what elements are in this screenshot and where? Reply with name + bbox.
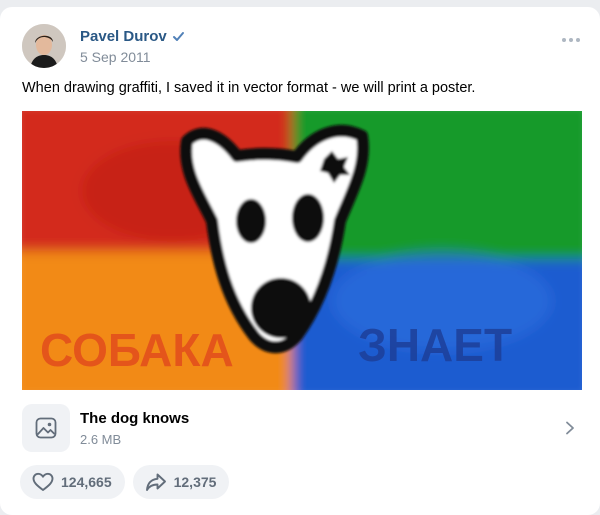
attachment-info: The dog knows 2.6 MB	[80, 410, 564, 447]
avatar[interactable]	[22, 24, 66, 68]
author-name-text[interactable]: Pavel Durov	[80, 28, 167, 45]
attachment-title: The dog knows	[80, 409, 190, 427]
avatar-image	[22, 24, 66, 68]
like-count: 124,665	[61, 474, 112, 490]
photo-word-znaet: ЗНАЕТ	[358, 319, 512, 371]
chevron-right-icon[interactable]	[564, 421, 576, 435]
heart-icon	[32, 472, 54, 491]
dog-graffiti-image: СОБАКА ЗНАЕТ	[22, 111, 582, 390]
post-text: When drawing graffiti, I saved it in vec…	[22, 80, 476, 96]
post-photo[interactable]: СОБАКА ЗНАЕТ	[22, 111, 582, 390]
attachment-document[interactable]: The dog knows 2.6 MB	[22, 403, 582, 453]
photo-word-sobaka: СОБАКА	[40, 324, 234, 376]
author-name[interactable]: Pavel Durov	[80, 28, 185, 45]
post-card: Pavel Durov 5 Sep 2011 When drawing graf…	[0, 7, 600, 515]
share-button[interactable]: 12,375	[132, 465, 230, 499]
post-date[interactable]: 5 Sep 2011	[80, 49, 151, 65]
post-actions: 124,665 12,375	[20, 465, 230, 499]
more-dots-icon[interactable]	[562, 38, 580, 42]
image-doc-icon	[22, 404, 70, 452]
like-button[interactable]: 124,665	[20, 465, 125, 499]
share-arrow-icon	[145, 473, 166, 491]
share-count: 12,375	[173, 474, 217, 490]
attachment-size: 2.6 MB	[80, 431, 122, 447]
verified-check-icon	[172, 32, 184, 41]
